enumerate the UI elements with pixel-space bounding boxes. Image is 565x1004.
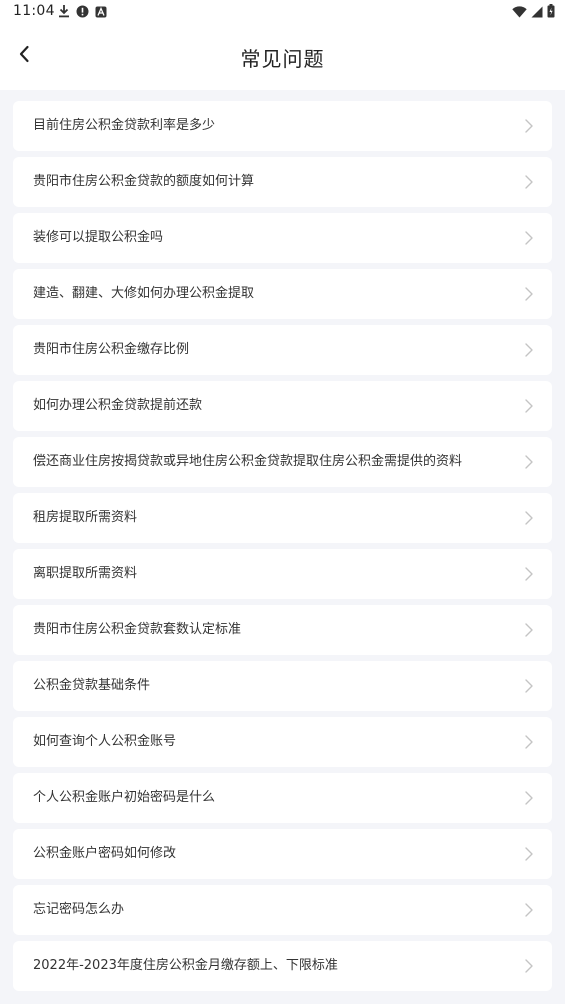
- faq-item-label: 如何办理公积金贷款提前还款: [33, 398, 203, 413]
- faq-item[interactable]: 偿还商业住房按揭贷款或异地住房公积金贷款提取住房公积金需提供的资料: [13, 437, 552, 487]
- status-time: 11:04: [13, 3, 55, 19]
- alert-icon: [76, 3, 89, 22]
- faq-item-label: 装修可以提取公积金吗: [33, 230, 164, 245]
- faq-item[interactable]: 忘记密码怎么办: [13, 885, 552, 935]
- faq-item-label: 忘记密码怎么办: [33, 902, 125, 917]
- faq-item-label: 公积金账户密码如何修改: [33, 846, 177, 861]
- faq-item-label: 2022年-2023年度住房公积金月缴存额上、下限标准: [33, 958, 338, 973]
- faq-item[interactable]: 贵阳市住房公积金贷款套数认定标准: [13, 605, 552, 655]
- faq-item[interactable]: 个人公积金账户初始密码是什么: [13, 773, 552, 823]
- faq-item-label: 个人公积金账户初始密码是什么: [33, 790, 216, 805]
- faq-item-label: 建造、翻建、大修如何办理公积金提取: [33, 286, 255, 301]
- faq-item[interactable]: 贵阳市住房公积金贷款的额度如何计算: [13, 157, 552, 207]
- faq-item-label: 公积金贷款基础条件: [33, 678, 151, 693]
- chevron-right-icon: [524, 286, 534, 302]
- chevron-right-icon: [524, 230, 534, 246]
- chevron-right-icon: [524, 678, 534, 694]
- faq-item-label: 租房提取所需资料: [33, 510, 138, 525]
- faq-item-label: 贵阳市住房公积金贷款套数认定标准: [33, 622, 242, 637]
- faq-item-label: 贵阳市住房公积金贷款的额度如何计算: [33, 174, 255, 189]
- faq-item[interactable]: 离职提取所需资料: [13, 549, 552, 599]
- chevron-right-icon: [524, 622, 534, 638]
- chevron-right-icon: [524, 342, 534, 358]
- battery-icon: [547, 3, 555, 22]
- status-icons-right: [512, 3, 555, 22]
- chevron-right-icon: [524, 174, 534, 190]
- faq-item[interactable]: 贵阳市住房公积金缴存比例: [13, 325, 552, 375]
- faq-item[interactable]: 租房提取所需资料: [13, 493, 552, 543]
- faq-item-label: 如何查询个人公积金账号: [33, 734, 177, 749]
- faq-list: 目前住房公积金贷款利率是多少贵阳市住房公积金贷款的额度如何计算 装修可以提取公积金…: [13, 101, 552, 997]
- faq-item-label: 贵阳市住房公积金缴存比例: [33, 342, 190, 357]
- chevron-right-icon: [524, 510, 534, 526]
- faq-item[interactable]: 建造、翻建、大修如何办理公积金提取: [13, 269, 552, 319]
- chevron-right-icon: [524, 566, 534, 582]
- faq-item-label: 离职提取所需资料: [33, 566, 138, 581]
- faq-item-label: 偿还商业住房按揭贷款或异地住房公积金贷款提取住房公积金需提供的资料: [33, 454, 463, 469]
- page-title: 常见问题: [240, 47, 325, 71]
- chevron-right-icon: [524, 734, 534, 750]
- a-icon: [95, 3, 107, 22]
- chevron-right-icon: [524, 398, 534, 414]
- faq-item[interactable]: 公积金贷款基础条件: [13, 661, 552, 711]
- faq-item[interactable]: 如何查询个人公积金账号: [13, 717, 552, 767]
- navigation-bar: 常见问题: [0, 30, 565, 84]
- status-icons-left: [58, 4, 107, 20]
- top-bar: 11:04 常见问题: [0, 0, 565, 90]
- status-bar: 11:04: [0, 0, 565, 24]
- faq-item[interactable]: 装修可以提取公积金吗: [13, 213, 552, 263]
- download-icon: [58, 3, 70, 22]
- faq-item[interactable]: 目前住房公积金贷款利率是多少: [13, 101, 552, 151]
- chevron-right-icon: [524, 902, 534, 918]
- wifi-icon: [512, 3, 527, 22]
- faq-item-label: 目前住房公积金贷款利率是多少: [33, 118, 216, 133]
- signal-icon: [531, 3, 543, 22]
- chevron-right-icon: [524, 454, 534, 470]
- chevron-right-icon: [524, 846, 534, 862]
- chevron-right-icon: [524, 958, 534, 974]
- faq-item[interactable]: 2022年-2023年度住房公积金月缴存额上、下限标准: [13, 941, 552, 991]
- faq-item[interactable]: 公积金账户密码如何修改: [13, 829, 552, 879]
- chevron-right-icon: [524, 790, 534, 806]
- faq-item[interactable]: 如何办理公积金贷款提前还款: [13, 381, 552, 431]
- chevron-right-icon: [524, 118, 534, 134]
